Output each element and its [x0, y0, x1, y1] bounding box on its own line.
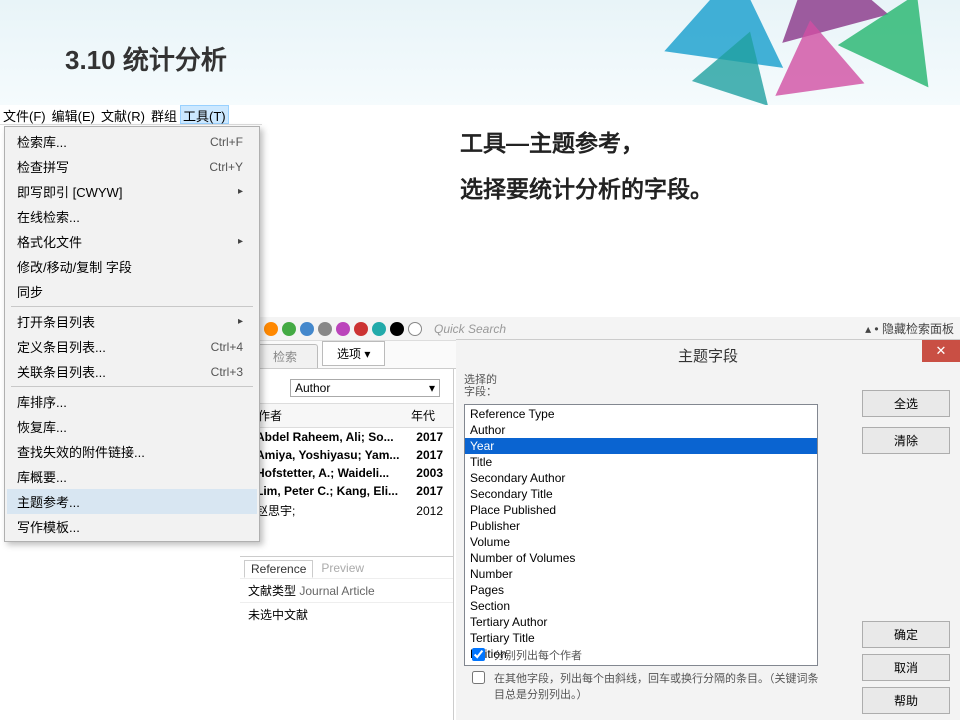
menu-groups[interactable]: 群组 [148, 105, 180, 124]
field-option[interactable]: Section [465, 598, 817, 614]
menu-item[interactable]: 检索库...Ctrl+F [7, 129, 257, 154]
menu-item[interactable]: 关联条目列表...Ctrl+3 [7, 359, 257, 384]
instruction-text: 工具—主题参考， 选择要统计分析的字段。 [460, 120, 713, 212]
menu-item[interactable]: 检查拼写Ctrl+Y [7, 154, 257, 179]
menu-item[interactable]: 主题参考... [7, 489, 257, 514]
toolbar-icon[interactable] [318, 322, 332, 336]
toolbar-icon[interactable] [264, 322, 278, 336]
menu-item[interactable]: 定义条目列表...Ctrl+4 [7, 334, 257, 359]
clear-button[interactable]: 清除 [862, 427, 950, 454]
options-button[interactable]: 选项 ▾ [322, 341, 385, 366]
ref-row[interactable]: ●Hofstetter, A.; Waideli...2003 [240, 464, 453, 482]
toolbar-icon[interactable] [372, 322, 386, 336]
field-option[interactable]: Volume [465, 534, 817, 550]
help-icon[interactable] [408, 322, 422, 336]
check-list-authors[interactable] [472, 648, 485, 661]
instruction-line2: 选择要统计分析的字段。 [460, 166, 713, 212]
subject-fields-dialog: ✕ 主题字段 选择的字段： Reference TypeAuthorYearTi… [456, 339, 960, 720]
field-option[interactable]: Year [465, 438, 817, 454]
col-authors[interactable]: 作者 [248, 407, 401, 424]
menu-item[interactable]: 同步 [7, 279, 257, 304]
field-list[interactable]: Reference TypeAuthorYearTitleSecondary A… [464, 404, 818, 666]
dialog-options: 分别列出每个作者 在其他字段，列出每个由斜线，回车或换行分隔的条目。（关键词条目… [468, 647, 828, 708]
menu-item[interactable]: 写作模板... [7, 514, 257, 539]
toolbar-icon[interactable] [282, 322, 296, 336]
reference-pane: Author▾ 作者 年代 ●Abdel Raheem, Ali; So...2… [240, 369, 454, 720]
toolbar-icon[interactable] [390, 322, 404, 336]
menu-item[interactable]: 在线检索... [7, 204, 257, 229]
tools-dropdown: 检索库...Ctrl+F检查拼写Ctrl+Y即写即引 [CWYW]▸在线检索..… [4, 126, 260, 542]
menu-item[interactable]: 修改/移动/复制 字段 [7, 254, 257, 279]
field-option[interactable]: Tertiary Author [465, 614, 817, 630]
menu-item[interactable]: 格式化文件▸ [7, 229, 257, 254]
tab-reference[interactable]: Reference [244, 560, 313, 578]
field-option[interactable]: Secondary Author [465, 470, 817, 486]
check-list-authors-label: 分别列出每个作者 [494, 647, 582, 663]
field-option[interactable]: Title [465, 454, 817, 470]
menu-item[interactable]: 库概要... [7, 464, 257, 489]
menu-item[interactable]: 即写即引 [CWYW]▸ [7, 179, 257, 204]
menu-file[interactable]: 文件(F) [0, 105, 49, 124]
menubar: 文件(F) 编辑(E) 文献(R) 群组 工具(T) [0, 105, 262, 125]
field-option[interactable]: Author [465, 422, 817, 438]
detail-tabs: Reference Preview [240, 556, 453, 578]
menu-item[interactable]: 打开条目列表▸ [7, 309, 257, 334]
close-button[interactable]: ✕ [922, 340, 960, 362]
no-cn-selected: 未选中文献 [240, 602, 453, 626]
help-button[interactable]: 帮助 [862, 687, 950, 714]
menu-edit[interactable]: 编辑(E) [49, 105, 98, 124]
field-option[interactable]: Secondary Title [465, 486, 817, 502]
select-all-button[interactable]: 全选 [862, 390, 950, 417]
app-window: Quick Search ▴ • 隐藏检索面板 检索 选项 ▾ Author▾ … [240, 317, 960, 720]
decorative-shapes [580, 0, 960, 105]
menu-tools[interactable]: 工具(T) [180, 105, 229, 124]
field-option[interactable]: Number of Volumes [465, 550, 817, 566]
hide-search-panel[interactable]: ▴ • 隐藏检索面板 [865, 320, 954, 337]
field-select-label: 选择的字段： [464, 374, 504, 398]
ref-row[interactable]: ●Lim, Peter C.; Kang, Eli...2017 [240, 482, 453, 500]
check-other-fields[interactable] [472, 671, 485, 684]
tab-search[interactable]: 检索 [252, 344, 318, 368]
slide-title: 3.10 统计分析 [65, 40, 227, 77]
slide-header: 3.10 统计分析 [0, 0, 960, 105]
tab-preview[interactable]: Preview [315, 560, 370, 578]
check-other-fields-label: 在其他字段，列出每个由斜线，回车或换行分隔的条目。（关键词条目总是分别列出。） [494, 670, 828, 702]
ref-row[interactable]: ●Amiya, Yoshiyasu; Yam...2017 [240, 446, 453, 464]
author-dropdown[interactable]: Author▾ [290, 379, 440, 397]
toolbar-icon[interactable] [354, 322, 368, 336]
instruction-line1: 工具—主题参考， [460, 120, 713, 166]
cancel-button[interactable]: 取消 [862, 654, 950, 681]
menu-refs[interactable]: 文献(R) [98, 105, 148, 124]
field-option[interactable]: Reference Type [465, 406, 817, 422]
ref-row[interactable]: ●赵思宇;2012 [240, 500, 453, 521]
menu-item[interactable]: 恢复库... [7, 414, 257, 439]
field-option[interactable]: Tertiary Title [465, 630, 817, 646]
field-option[interactable]: Number [465, 566, 817, 582]
ref-row[interactable]: ●Abdel Raheem, Ali; So...2017 [240, 428, 453, 446]
field-option[interactable]: Place Published [465, 502, 817, 518]
toolbar-icon[interactable] [336, 322, 350, 336]
field-option[interactable]: Publisher [465, 518, 817, 534]
field-option[interactable]: Pages [465, 582, 817, 598]
quick-search-input[interactable]: Quick Search [434, 322, 574, 336]
dialog-title: 主题字段 [456, 340, 960, 371]
ref-list-header: 作者 年代 [240, 403, 453, 428]
toolbar-icon[interactable] [300, 322, 314, 336]
ref-type-row: 文献类型 Journal Article [240, 578, 453, 602]
menu-item[interactable]: 查找失效的附件链接... [7, 439, 257, 464]
menu-item[interactable]: 库排序... [7, 389, 257, 414]
toolbar: Quick Search ▴ • 隐藏检索面板 [240, 317, 960, 341]
ok-button[interactable]: 确定 [862, 621, 950, 648]
col-year[interactable]: 年代 [401, 407, 445, 424]
